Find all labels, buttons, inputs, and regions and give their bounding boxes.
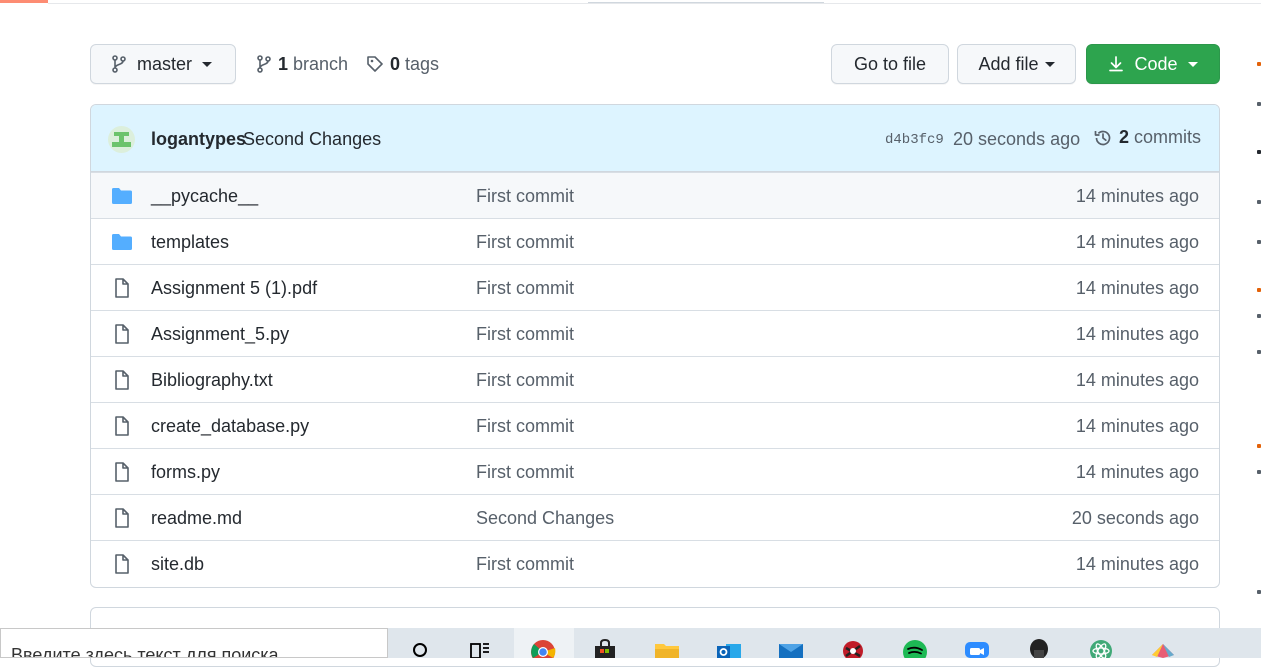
store-icon[interactable] — [592, 636, 618, 658]
git-branch-icon — [112, 55, 126, 73]
branch-select-button[interactable]: master — [90, 44, 236, 84]
tag-count: 0 — [390, 53, 401, 74]
file-list: logantypes Second Changes d4b3fc9 20 sec… — [90, 104, 1220, 588]
file-row[interactable]: __pycache__ First commit 14 minutes ago — [91, 172, 1219, 218]
outlook-icon[interactable] — [716, 636, 742, 658]
branch-select-label: master — [137, 53, 193, 74]
file-name-link[interactable]: site.db — [151, 554, 204, 575]
file-commit-message[interactable]: First commit — [476, 554, 574, 575]
commits-label: commits — [1134, 127, 1202, 147]
chrome-icon[interactable] — [530, 636, 556, 658]
file-commit-message[interactable]: First commit — [476, 416, 574, 437]
selected-tab-indicator — [0, 0, 48, 3]
nav-divider — [48, 3, 1261, 4]
file-commit-message[interactable]: First commit — [476, 370, 574, 391]
commit-sha-link[interactable]: d4b3fc9 — [885, 132, 944, 148]
file-icon — [115, 508, 129, 528]
zoom-icon[interactable] — [964, 636, 990, 658]
file-commit-message[interactable]: Second Changes — [476, 508, 614, 529]
file-commit-time: 14 minutes ago — [1075, 186, 1199, 206]
sidebar-edge — [1254, 0, 1261, 630]
go-to-file-label: Go to file — [853, 53, 927, 74]
file-row[interactable]: Assignment_5.py First commit 14 minutes … — [91, 310, 1219, 356]
file-commit-message[interactable]: First commit — [476, 462, 574, 483]
commits-count: 2 — [1119, 127, 1130, 147]
file-name-link[interactable]: templates — [151, 232, 229, 253]
commit-message-link[interactable]: Second Changes — [243, 129, 381, 150]
file-row[interactable]: templates First commit 14 minutes ago — [91, 218, 1219, 264]
tag-icon — [367, 56, 383, 72]
file-commit-message[interactable]: First commit — [476, 324, 574, 345]
file-row[interactable]: create_database.py First commit 14 minut… — [91, 402, 1219, 448]
file-name-link[interactable]: Assignment_5.py — [151, 324, 289, 345]
commit-time: 20 seconds ago — [953, 129, 1081, 149]
file-row[interactable]: forms.py First commit 14 minutes ago — [91, 448, 1219, 494]
app-icon[interactable] — [1150, 636, 1176, 658]
file-row[interactable]: readme.md Second Changes 20 seconds ago — [91, 494, 1219, 540]
file-commit-message[interactable]: First commit — [476, 278, 574, 299]
windows-taskbar: Введите здесь текст для поиска — [0, 628, 1261, 658]
history-icon — [1094, 130, 1111, 145]
code-label: Code — [1134, 53, 1178, 74]
file-name-link[interactable]: Bibliography.txt — [151, 370, 273, 391]
top-nav-underline — [0, 0, 1261, 4]
commits-history-link[interactable]: 2 commits — [1093, 127, 1201, 148]
chevron-down-icon — [1187, 61, 1198, 67]
file-icon — [115, 462, 129, 482]
file-name-link[interactable]: __pycache__ — [151, 186, 258, 207]
tag-count-label: tags — [405, 53, 440, 74]
file-explorer-icon[interactable] — [654, 636, 680, 658]
file-row[interactable]: Bibliography.txt First commit 14 minutes… — [91, 356, 1219, 402]
file-commit-time: 14 minutes ago — [1075, 370, 1199, 390]
avatar[interactable] — [108, 126, 135, 153]
file-commit-time: 14 minutes ago — [1075, 416, 1199, 436]
folder-icon — [112, 188, 132, 204]
branch-count-label: branch — [293, 53, 349, 74]
search-icon[interactable] — [408, 636, 434, 658]
folder-icon — [112, 234, 132, 250]
commit-author-link[interactable]: logantypes — [151, 129, 246, 150]
file-commit-time: 14 minutes ago — [1075, 278, 1199, 298]
repo-toolbar: master 1 branch 0 tags Go to file Add fi… — [90, 44, 1220, 84]
file-icon — [115, 278, 129, 298]
file-name-link[interactable]: create_database.py — [151, 416, 309, 437]
file-name-link[interactable]: readme.md — [151, 508, 242, 529]
add-file-label: Add file — [978, 53, 1039, 74]
mail-icon[interactable] — [778, 636, 804, 658]
file-name-link[interactable]: Assignment 5 (1).pdf — [151, 278, 317, 299]
file-icon — [115, 554, 129, 574]
chevron-down-icon — [1044, 61, 1055, 67]
app-icon[interactable] — [840, 636, 866, 658]
app-icon[interactable] — [1026, 636, 1052, 658]
branch-count: 1 — [278, 53, 289, 74]
chevron-down-icon — [202, 61, 213, 67]
file-name-link[interactable]: forms.py — [151, 462, 220, 483]
file-commit-message[interactable]: First commit — [476, 186, 574, 207]
git-branch-icon — [257, 55, 271, 73]
file-commit-time: 14 minutes ago — [1075, 554, 1199, 574]
file-row[interactable]: site.db First commit 14 minutes ago — [91, 540, 1219, 586]
latest-commit-bar: logantypes Second Changes d4b3fc9 20 sec… — [91, 105, 1219, 172]
branches-link[interactable]: 1 branch — [256, 44, 348, 84]
add-file-button[interactable]: Add file — [957, 44, 1076, 84]
code-button[interactable]: Code — [1086, 44, 1220, 84]
file-commit-message[interactable]: First commit — [476, 232, 574, 253]
task-view-icon[interactable] — [467, 636, 493, 658]
atom-icon[interactable] — [1088, 636, 1114, 658]
tags-link[interactable]: 0 tags — [366, 44, 439, 84]
file-commit-time: 14 minutes ago — [1075, 232, 1199, 252]
file-icon — [115, 370, 129, 390]
file-icon — [115, 416, 129, 436]
file-icon — [115, 324, 129, 344]
go-to-file-button[interactable]: Go to file — [831, 44, 949, 84]
file-commit-time: 14 minutes ago — [1075, 324, 1199, 344]
taskbar-search-input[interactable]: Введите здесь текст для поиска — [0, 628, 388, 658]
file-commit-time: 14 minutes ago — [1075, 462, 1199, 482]
file-commit-time: 20 seconds ago — [1071, 508, 1199, 528]
spotify-icon[interactable] — [902, 636, 928, 658]
file-row[interactable]: Assignment 5 (1).pdf First commit 14 min… — [91, 264, 1219, 310]
download-icon — [1109, 56, 1124, 72]
